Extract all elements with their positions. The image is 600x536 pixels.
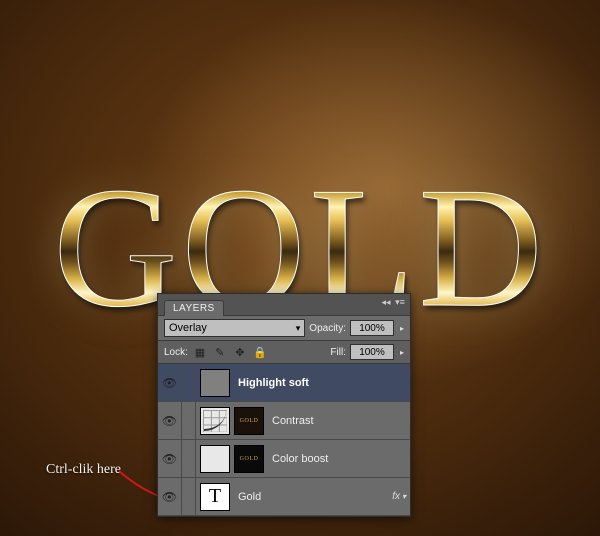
chevron-down-icon: ▾: [296, 323, 301, 334]
visibility-eye-icon[interactable]: 👁: [158, 402, 182, 440]
lock-all-icon[interactable]: 🔒: [252, 344, 268, 360]
opacity-label: Opacity:: [309, 323, 346, 334]
opacity-flyout-icon[interactable]: ▸: [400, 324, 404, 333]
blend-opacity-row: Overlay ▾ Opacity: 100% ▸: [158, 316, 410, 341]
layer-name[interactable]: Color boost: [268, 453, 410, 465]
layer-name[interactable]: Highlight soft: [234, 377, 410, 389]
visibility-eye-icon[interactable]: 👁: [158, 440, 182, 478]
layers-panel: LAYERS ◂◂ ▾≡ Overlay ▾ Opacity: 100% ▸ L…: [157, 293, 411, 517]
panel-tabbar: LAYERS ◂◂ ▾≡: [158, 294, 410, 316]
panel-menu-icon[interactable]: ▾≡: [394, 296, 406, 308]
tab-layers[interactable]: LAYERS: [164, 300, 224, 316]
layer-row-color-boost[interactable]: 👁 GOLD Color boost: [158, 440, 410, 478]
layer-name[interactable]: Gold: [234, 491, 388, 503]
layer-link-col[interactable]: [182, 402, 196, 440]
lock-transparency-icon[interactable]: ▦: [192, 344, 208, 360]
text-layer-thumbnail[interactable]: T: [200, 483, 230, 511]
layer-row-contrast[interactable]: 👁 GOLD Contrast: [158, 402, 410, 440]
layer-row-gold[interactable]: 👁 T Gold fx▾: [158, 478, 410, 516]
visibility-eye-icon[interactable]: 👁: [158, 364, 182, 402]
layer-row-highlight-soft[interactable]: 👁 Highlight soft: [158, 364, 410, 402]
fill-label: Fill:: [330, 347, 346, 358]
layer-mask-thumbnail[interactable]: GOLD: [234, 407, 264, 435]
layer-name[interactable]: Contrast: [268, 415, 410, 427]
annotation-label: Ctrl-clik here: [46, 462, 121, 478]
lock-fill-row: Lock: ▦ ✎ ✥ 🔒 Fill: 100% ▸: [158, 341, 410, 364]
layer-mask-thumbnail[interactable]: GOLD: [234, 445, 264, 473]
blend-mode-dropdown[interactable]: Overlay ▾: [164, 319, 305, 337]
panel-collapse-icon[interactable]: ◂◂: [380, 296, 392, 308]
layer-link-col[interactable]: [182, 364, 196, 402]
adjustment-gradmap-thumbnail[interactable]: [200, 445, 230, 473]
lock-label: Lock:: [164, 347, 188, 358]
layers-list: 👁 Highlight soft 👁 GOLD Contrast 👁 GOLD …: [158, 364, 410, 516]
lock-position-icon[interactable]: ✥: [232, 344, 248, 360]
adjustment-curves-thumbnail[interactable]: [200, 407, 230, 435]
lock-icons-group: ▦ ✎ ✥ 🔒: [192, 344, 268, 360]
opacity-input[interactable]: 100%: [350, 320, 394, 336]
layer-link-col[interactable]: [182, 478, 196, 516]
chevron-down-icon: ▾: [402, 492, 406, 501]
layer-fx-badge[interactable]: fx▾: [388, 491, 410, 502]
fill-input[interactable]: 100%: [350, 344, 394, 360]
fill-flyout-icon[interactable]: ▸: [400, 348, 404, 357]
layer-thumbnail[interactable]: [200, 369, 230, 397]
visibility-eye-icon[interactable]: 👁: [158, 478, 182, 516]
layer-link-col[interactable]: [182, 440, 196, 478]
blend-mode-value: Overlay: [169, 322, 207, 334]
lock-pixels-icon[interactable]: ✎: [212, 344, 228, 360]
